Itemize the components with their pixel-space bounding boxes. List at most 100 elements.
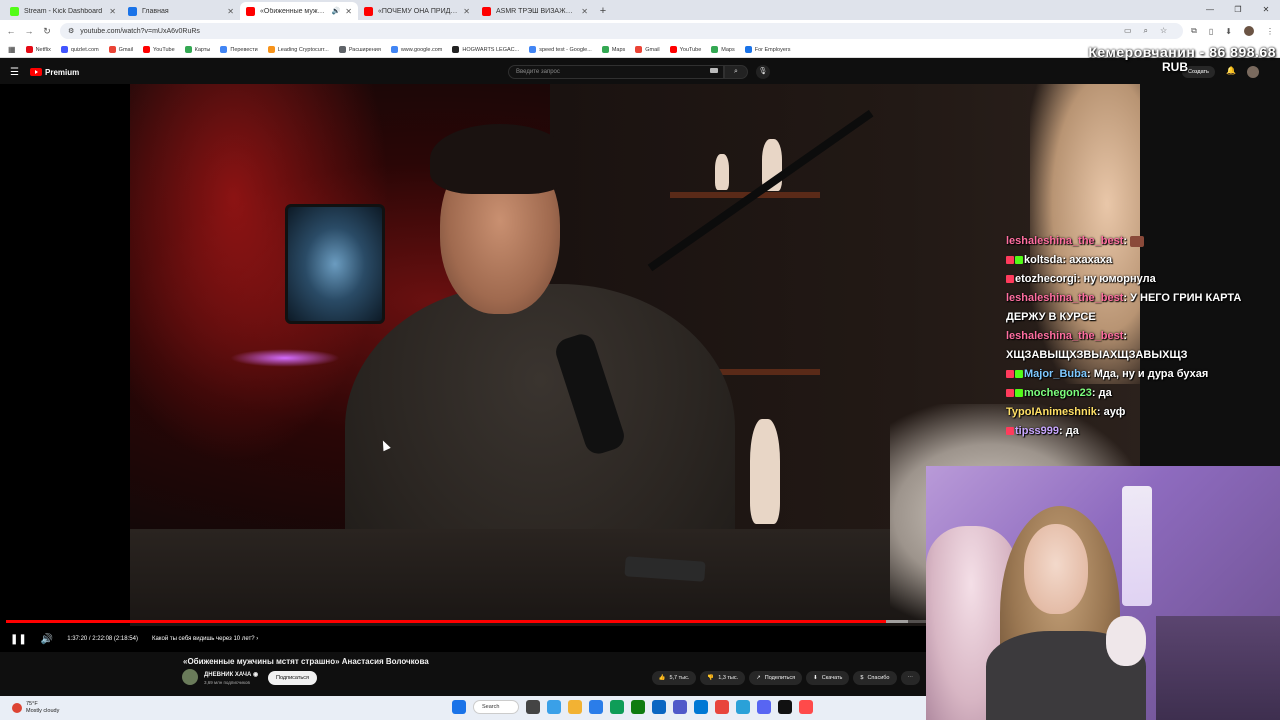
tab-close-icon[interactable]: ✕ <box>109 7 116 16</box>
bookmark-item[interactable]: Leading Cryptocurr... <box>267 46 329 53</box>
browser-tab[interactable]: Главная ✕ <box>122 2 240 20</box>
chat-text: ахахаха <box>1069 254 1113 266</box>
chat-message: mochegon23: да <box>1006 384 1266 403</box>
browser-tab[interactable]: Stream - Kick Dashboard ✕ <box>4 2 122 20</box>
new-tab-button[interactable]: + <box>594 2 612 20</box>
like-button[interactable]: 👍 5,7 тыс. <box>651 671 697 685</box>
bookmark-item[interactable]: Maps <box>601 46 625 53</box>
bookmark-label: For Employers <box>754 46 791 53</box>
file-explorer-icon[interactable] <box>568 700 582 714</box>
thanks-button[interactable]: $ Спасибо <box>853 671 897 685</box>
chat-separator: : <box>1123 330 1128 342</box>
bookmark-item[interactable]: Gmail <box>635 46 660 53</box>
weather-widget[interactable]: 75°F Mostly cloudy <box>0 701 59 715</box>
channel-name[interactable]: ДНЕВНИК ХАЧА ◉ <box>204 671 258 678</box>
mail-icon[interactable] <box>694 700 708 714</box>
notifications-bell-icon[interactable]: 🔔 <box>1226 66 1236 75</box>
browser-tab[interactable]: ASMR ТРЭШ ВИЗАЖИСТ ДЕЛ... ✕ <box>476 2 594 20</box>
bookmark-item[interactable]: Maps <box>711 46 735 53</box>
chat-message: TypoIAnimeshnik: ауф <box>1006 403 1266 422</box>
donation-ticker: Кемеровчанин - 86 898.68 <box>1088 44 1276 60</box>
tab-close-icon[interactable]: ✕ <box>345 7 352 16</box>
profile-avatar[interactable] <box>1244 26 1254 36</box>
menu-burger-icon[interactable]: ☰ <box>10 67 24 78</box>
app-icon[interactable] <box>799 700 813 714</box>
tab-close-icon[interactable]: ✕ <box>581 7 588 16</box>
bookmark-item[interactable]: YouTube <box>669 46 701 53</box>
tab-audio-icon[interactable]: 🔊 <box>332 7 341 15</box>
channel-avatar[interactable] <box>182 669 198 685</box>
menu-dots-icon[interactable]: ⋮ <box>1266 27 1274 36</box>
thanks-icon: $ <box>860 675 864 681</box>
search-input[interactable]: Введите запрос <box>508 65 724 79</box>
reload-icon[interactable]: ↻ <box>42 26 52 37</box>
extensions-icon[interactable]: ⧉ <box>1191 26 1197 36</box>
bookmark-item[interactable]: quizlet.com <box>60 46 99 53</box>
store-icon[interactable] <box>589 700 603 714</box>
browser-tab[interactable]: «ПОЧЕМУ ОНА ПРИДИРАЕТС... ✕ <box>358 2 476 20</box>
subscribe-button[interactable]: Подписаться <box>268 671 317 685</box>
xbox-icon[interactable] <box>631 700 645 714</box>
tab-close-icon[interactable]: ✕ <box>227 7 234 16</box>
bookmark-star-icon[interactable]: ☆ <box>1160 26 1167 36</box>
bookmark-item[interactable]: www.google.com <box>390 46 443 53</box>
bookmark-item[interactable]: Netflix <box>25 46 51 53</box>
search-icon: ⌕ <box>734 68 738 75</box>
bookmark-item[interactable]: Gmail <box>108 46 133 53</box>
start-windows-icon[interactable] <box>452 700 466 714</box>
pause-icon[interactable]: ❚❚ <box>10 634 27 645</box>
share-button[interactable]: ↗ Поделиться <box>749 671 803 685</box>
bookmark-item[interactable]: speed test - Google... <box>529 46 592 53</box>
omnibox-actions: ▭ ⌕ ☆ <box>1124 26 1175 36</box>
bookmark-item[interactable]: Карты <box>184 46 210 53</box>
chat-badge-icon <box>1015 256 1023 265</box>
calculator-icon[interactable] <box>610 700 624 714</box>
voice-search-button[interactable]: 🎙 <box>756 65 770 79</box>
chat-app-icon[interactable] <box>547 700 561 714</box>
edge-icon[interactable] <box>652 700 666 714</box>
maximize-icon[interactable]: ❐ <box>1224 0 1252 20</box>
download-icon[interactable]: ⬇ <box>1225 27 1232 36</box>
volume-icon[interactable]: 🔊 <box>41 634 53 645</box>
close-window-icon[interactable]: ✕ <box>1252 0 1280 20</box>
account-avatar[interactable] <box>1247 66 1259 78</box>
bookmark-item[interactable]: For Employers <box>744 46 791 53</box>
download-label: Скачать <box>821 675 843 681</box>
download-button[interactable]: ⬇ Скачать <box>806 671 850 685</box>
chat-badge-icon <box>1006 370 1014 379</box>
apps-grid-icon[interactable]: ▦ <box>8 45 16 54</box>
chrome-icon[interactable] <box>715 700 729 714</box>
bookmark-favicon-icon <box>220 46 228 53</box>
bookmark-item[interactable]: Расширения <box>338 46 381 53</box>
more-actions-button[interactable]: ⋯ <box>900 671 920 685</box>
minimize-icon[interactable]: — <box>1196 0 1224 20</box>
dislike-button[interactable]: 👎 1,3 тыс. <box>700 671 746 685</box>
task-view-icon[interactable] <box>526 700 540 714</box>
youtube-play-logo-icon <box>30 68 42 76</box>
chat-username: leshaleshina_the_best <box>1006 330 1124 342</box>
discord-icon[interactable] <box>757 700 771 714</box>
keyboard-icon[interactable] <box>710 68 718 73</box>
telegram-icon[interactable] <box>736 700 750 714</box>
bookmark-label: www.google.com <box>400 46 443 53</box>
forward-icon[interactable]: → <box>24 26 34 36</box>
cast-icon[interactable]: ▭ <box>1124 26 1132 36</box>
url-omnibox[interactable]: ⚙ youtube.com/watch?v=mUxA6v0RuRs ▭ ⌕ ☆ <box>60 23 1184 39</box>
taskbar-search[interactable]: Search <box>473 700 519 714</box>
site-info-icon[interactable]: ⚙ <box>68 27 74 35</box>
zoom-icon[interactable]: ⌕ <box>1144 26 1148 36</box>
bookmark-item[interactable]: Перевести <box>220 46 258 53</box>
obs-icon[interactable] <box>778 700 792 714</box>
chapter-title[interactable]: Какой ты себя видишь через 10 лет? › <box>152 636 258 642</box>
youtube-logo[interactable]: Premium <box>30 68 79 77</box>
back-icon[interactable]: ← <box>6 26 16 36</box>
bookmark-item[interactable]: YouTube <box>143 46 175 53</box>
search-button[interactable]: ⌕ <box>724 65 748 79</box>
sidepanel-icon[interactable]: ▯ <box>1209 27 1213 36</box>
chat-message: leshaleshina_the_best: ХЩЗАВЫЩХЗВЫАХЩЗАВ… <box>1006 327 1266 365</box>
tab-close-icon[interactable]: ✕ <box>463 7 470 16</box>
bookmark-item[interactable]: HOGWARTS LEGAC... <box>452 46 519 53</box>
teams-icon[interactable] <box>673 700 687 714</box>
weather-temp: 75°F <box>26 701 38 707</box>
browser-tab[interactable]: «Обиженные мужчины м... 🔊 ✕ <box>240 2 358 20</box>
